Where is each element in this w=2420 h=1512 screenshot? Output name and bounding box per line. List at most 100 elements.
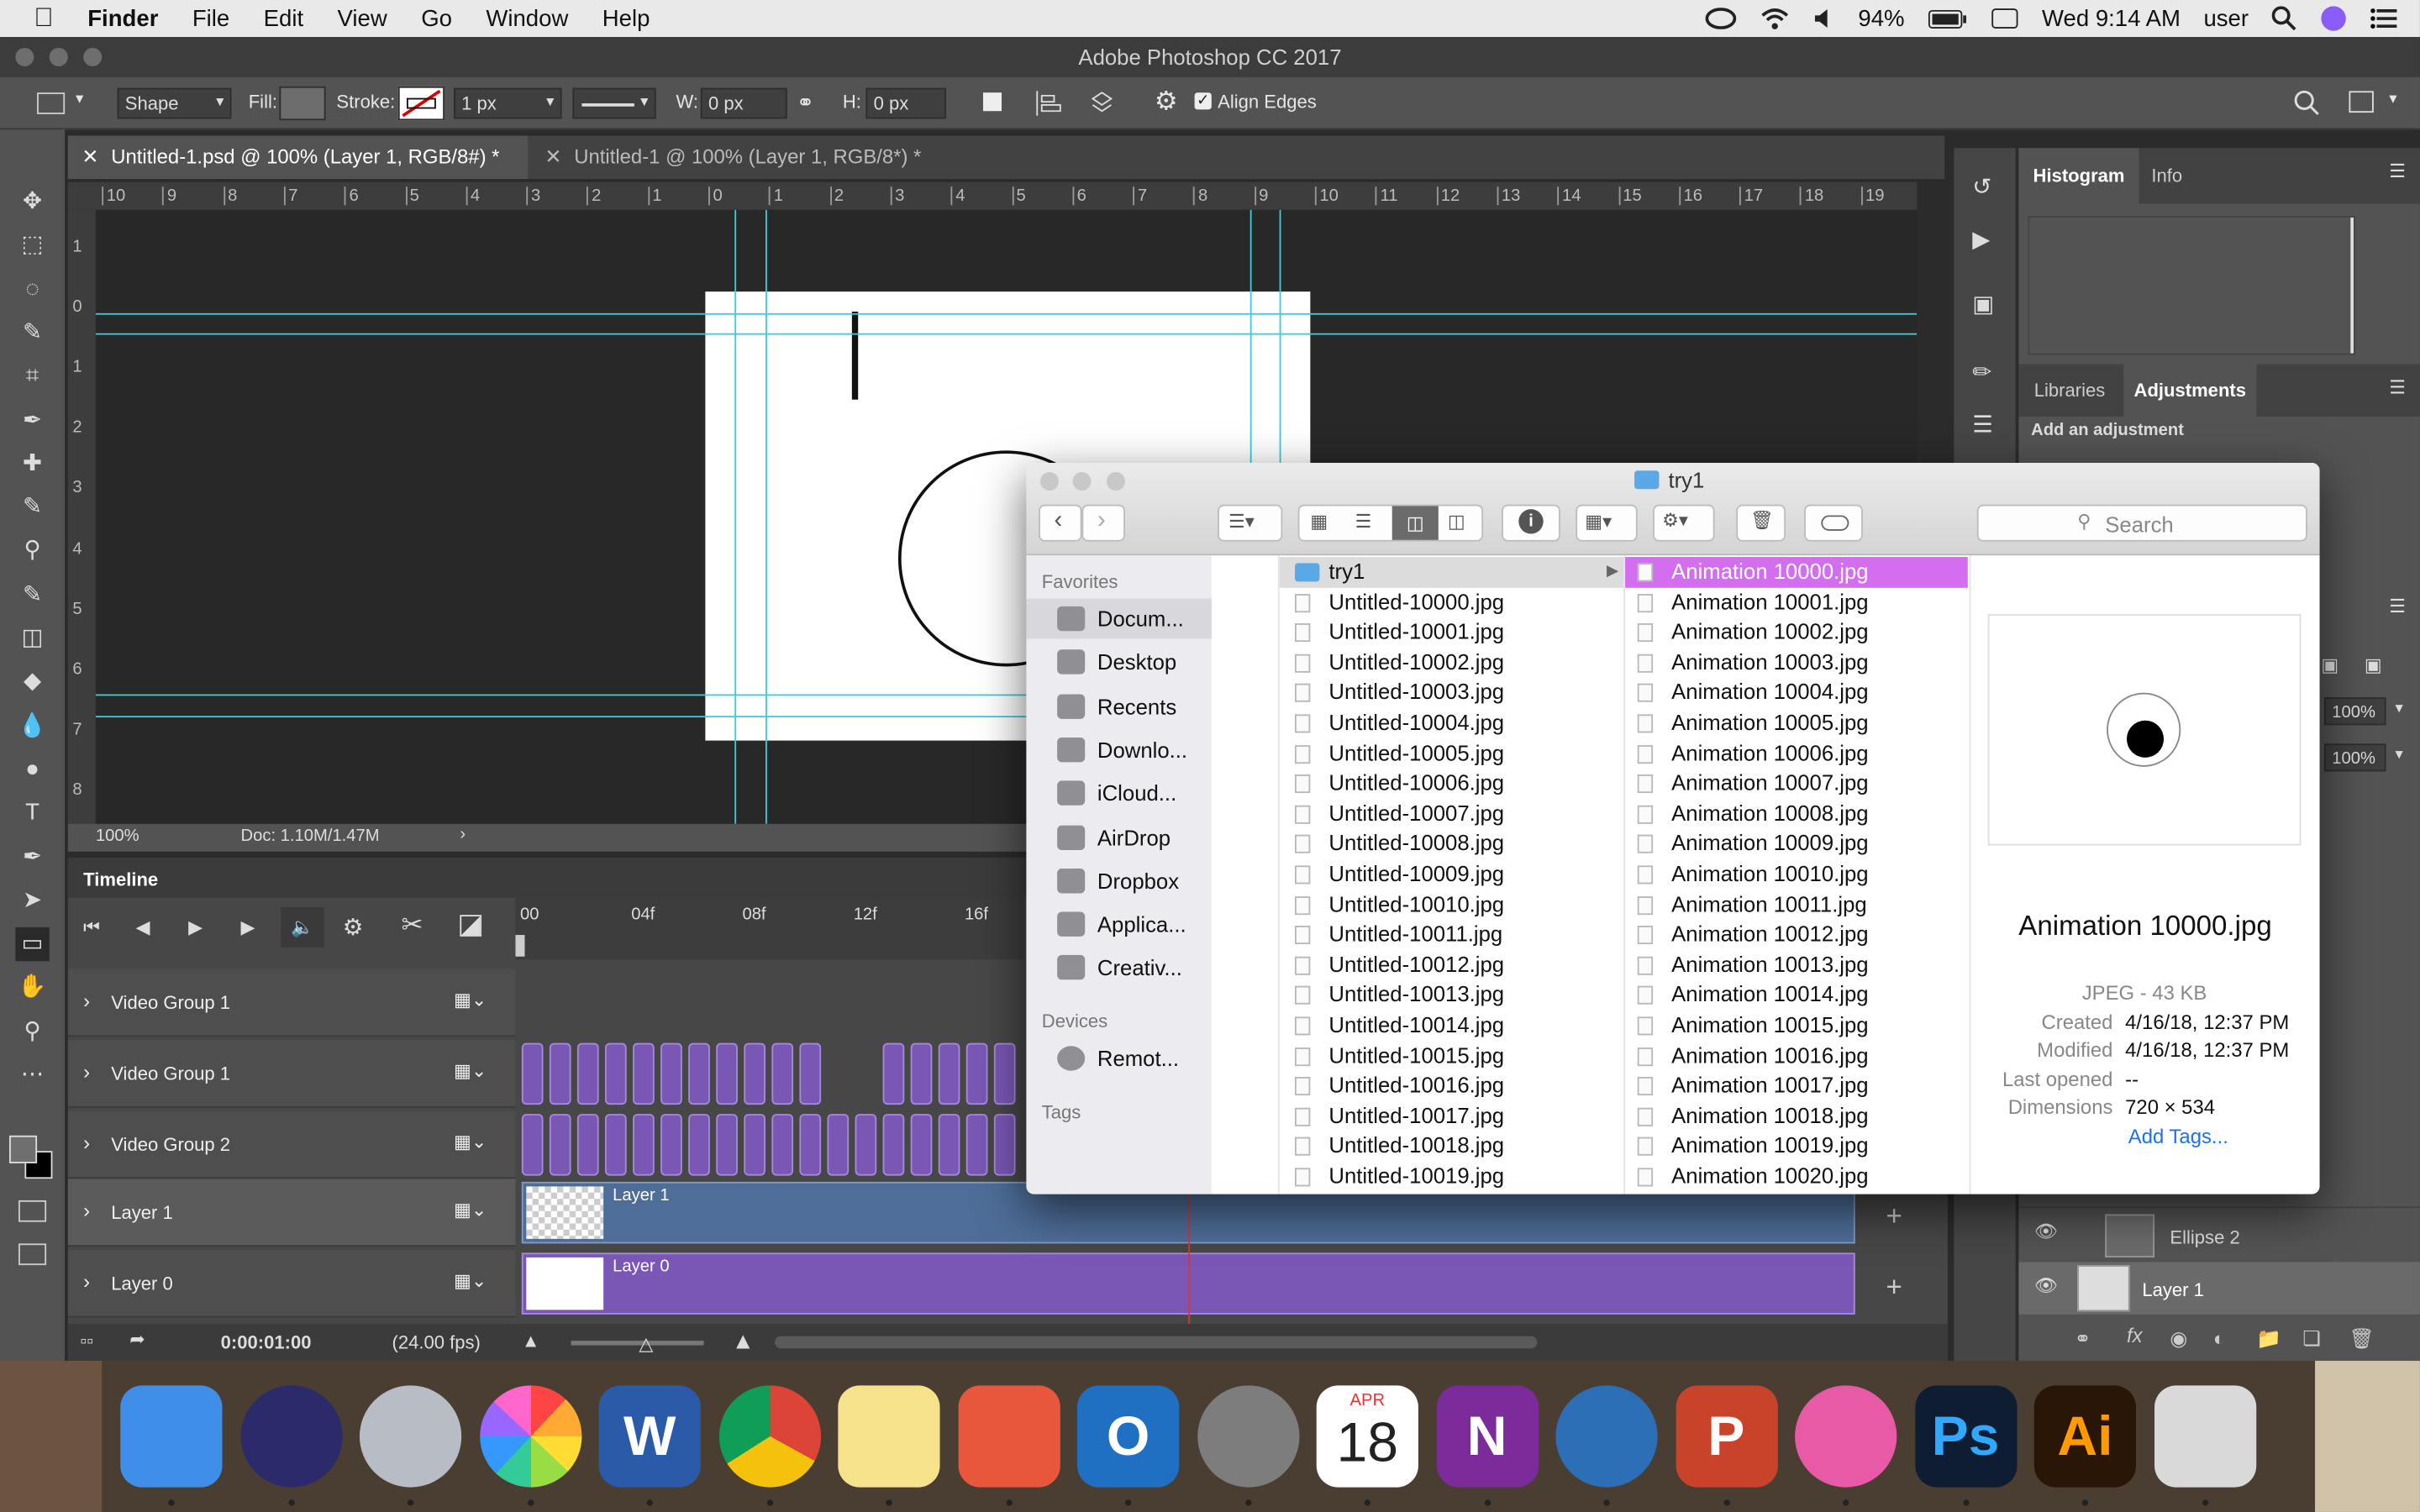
disclosure-arrow-icon[interactable]: ▶ [1607, 557, 1618, 587]
convert-icon[interactable]: ➦ [129, 1328, 145, 1350]
video-clip[interactable] [799, 1042, 822, 1105]
next-frame-icon[interactable]: ▶ [241, 916, 255, 938]
settings-gear-icon[interactable]: ⚙ [1155, 87, 1178, 118]
path-arrangement-icon[interactable] [1088, 90, 1116, 123]
path-operations-icon[interactable] [982, 92, 1002, 112]
video-clip[interactable] [576, 1042, 599, 1105]
new-layer-icon[interactable]: ❏ [2302, 1327, 2320, 1352]
more-tools-icon[interactable]: ⋯ [15, 1058, 49, 1092]
sidebar-item-applications[interactable]: Applica... [1026, 904, 1211, 944]
transition-icon[interactable] [460, 915, 482, 937]
menu-go[interactable]: Go [404, 5, 469, 31]
slider-thumb-icon[interactable]: △ [639, 1333, 653, 1355]
previous-frame-icon[interactable]: ◀ [136, 916, 150, 938]
width-input[interactable]: 0 px [700, 87, 787, 119]
file-row[interactable]: Animation 10020.jpg [1625, 1162, 1968, 1192]
dodge-tool-icon[interactable]: ● [15, 753, 49, 786]
film-strip-icon[interactable]: ▦⌄ [454, 1270, 487, 1292]
video-clip[interactable] [688, 1042, 710, 1105]
onenote-icon[interactable]: N [1436, 1385, 1539, 1488]
file-row[interactable]: Untitled-10017.jpg [1280, 1101, 1624, 1131]
file-row[interactable]: Untitled-10000.jpg [1280, 587, 1624, 617]
work-area-start-handle[interactable] [515, 935, 525, 957]
pen-tool-icon[interactable]: ✒ [15, 840, 49, 874]
apple-icon[interactable]:  [0, 3, 71, 34]
brush-presets-icon[interactable]: ✏ [1972, 358, 1991, 386]
video-clip[interactable] [882, 1114, 905, 1176]
file-row[interactable]: Animation 10019.jpg [1625, 1131, 1968, 1162]
add-tags-link[interactable]: Add Tags... [2128, 1125, 2228, 1148]
brush-settings-icon[interactable]: ☰ [1972, 411, 1993, 438]
video-clip[interactable] [549, 1042, 571, 1105]
file-row[interactable]: Untitled-10005.jpg [1280, 738, 1624, 769]
search-field[interactable]: ⚲ Search [1976, 504, 2307, 542]
actions-play-icon[interactable]: ▶ [1972, 225, 1990, 253]
type-tool-icon[interactable]: T [15, 796, 49, 830]
file-row[interactable]: Animation 10008.jpg [1625, 799, 1968, 829]
finder-parent-column[interactable] [1212, 555, 1280, 1194]
eye-icon[interactable]: 👁 [2034, 1274, 2058, 1296]
file-row[interactable]: Animation 10005.jpg [1625, 708, 1968, 738]
finder-icon[interactable] [120, 1385, 223, 1488]
column-view-icon[interactable]: ◫ [1392, 506, 1439, 540]
file-row[interactable]: Animation 10016.jpg [1625, 1041, 1968, 1071]
itunes-icon[interactable] [1795, 1385, 1897, 1488]
photoshop-icon[interactable]: Ps [1914, 1385, 2017, 1488]
window-zoom-button[interactable] [83, 47, 103, 66]
sidebar-item-downloads[interactable]: Downlo... [1026, 730, 1211, 770]
align-edges-checkbox[interactable]: ✓ [1194, 92, 1212, 110]
sidebar-item-dropbox[interactable]: Dropbox [1026, 861, 1211, 901]
spotlight-search-icon[interactable] [2271, 6, 2296, 31]
tab-info[interactable]: Info [2151, 148, 2182, 203]
chevron-right-icon[interactable]: › [83, 1270, 90, 1294]
file-row[interactable]: Animation 10007.jpg [1625, 769, 1968, 799]
menu-edit[interactable]: Edit [246, 5, 320, 31]
quick-select-tool-icon[interactable]: ✎ [15, 316, 49, 349]
rectangle-tool-preset-icon[interactable] [37, 92, 66, 114]
photos-icon[interactable] [479, 1385, 581, 1488]
file-row[interactable]: Animation 10006.jpg [1625, 738, 1968, 769]
file-row[interactable]: Untitled-10014.jpg [1280, 1011, 1624, 1041]
layer-row[interactable]: 👁 Ellipse 2 [2018, 1206, 2420, 1262]
tool-mode-select[interactable]: Shape ▾ [117, 87, 232, 119]
adjustment-layer-icon[interactable]: ◐ [2213, 1327, 2225, 1351]
video-clip[interactable] [716, 1114, 738, 1176]
trash-button[interactable]: 🗑 [1736, 504, 1786, 542]
icon-view-icon[interactable]: ▦ [1310, 511, 1328, 533]
stroke-swatch[interactable] [397, 86, 445, 121]
close-tab-icon[interactable]: ✕ [82, 136, 98, 179]
sidebar-item-recents[interactable]: Recents [1026, 686, 1211, 727]
fill-swatch[interactable] [279, 86, 326, 121]
video-clip[interactable] [910, 1042, 933, 1105]
file-row[interactable]: Untitled-10002.jpg [1280, 648, 1624, 678]
lasso-tool-icon[interactable]: ◌ [15, 272, 49, 306]
fx-icon[interactable]: fx [2127, 1324, 2143, 1347]
window-minimize-button[interactable] [49, 47, 68, 66]
video-clip[interactable] [688, 1114, 710, 1176]
path-selection-icon[interactable]: ➤ [15, 884, 49, 917]
audio-mute-icon[interactable]: 🔈 [281, 906, 324, 948]
volume-icon[interactable] [1813, 8, 1835, 29]
sidebar-item-icloud-drive[interactable]: iCloud... [1026, 774, 1211, 814]
illustrator-icon[interactable]: Ai [2033, 1385, 2136, 1488]
file-row[interactable]: Untitled-10007.jpg [1280, 799, 1624, 829]
creative-cloud-icon[interactable] [1705, 8, 1737, 29]
timeline-track-header[interactable]: › Video Group 1 ▦⌄ [67, 969, 516, 1037]
video-clip[interactable] [938, 1042, 960, 1105]
layer-mask-icon[interactable]: ◉ [2170, 1327, 2187, 1352]
link-icon[interactable]: ⚭ [797, 90, 815, 116]
file-row[interactable]: Animation 10018.jpg [1625, 1101, 1968, 1131]
file-row[interactable]: Untitled-10010.jpg [1280, 890, 1624, 920]
file-row[interactable]: Untitled-10012.jpg [1280, 950, 1624, 980]
wifi-icon[interactable] [1760, 6, 1791, 30]
finder-column-2[interactable]: Animation 10000.jpg Animation 10001.jpg An… [1625, 555, 1971, 1194]
file-row[interactable]: Untitled-10013.jpg [1280, 980, 1624, 1011]
user-name[interactable]: user [2203, 5, 2249, 31]
tab-libraries[interactable]: Libraries [2034, 364, 2106, 416]
healing-brush-icon[interactable]: ✚ [15, 447, 49, 480]
layer-row-selected[interactable]: 👁 Layer 1 [2018, 1262, 2420, 1315]
calendar-icon[interactable]: APR 18 [1316, 1385, 1418, 1488]
video-clip[interactable] [660, 1042, 682, 1105]
view-switcher[interactable]: ▦ ☰ ◫ ◫ [1297, 504, 1484, 542]
close-tab-icon[interactable]: ✕ [544, 136, 561, 179]
